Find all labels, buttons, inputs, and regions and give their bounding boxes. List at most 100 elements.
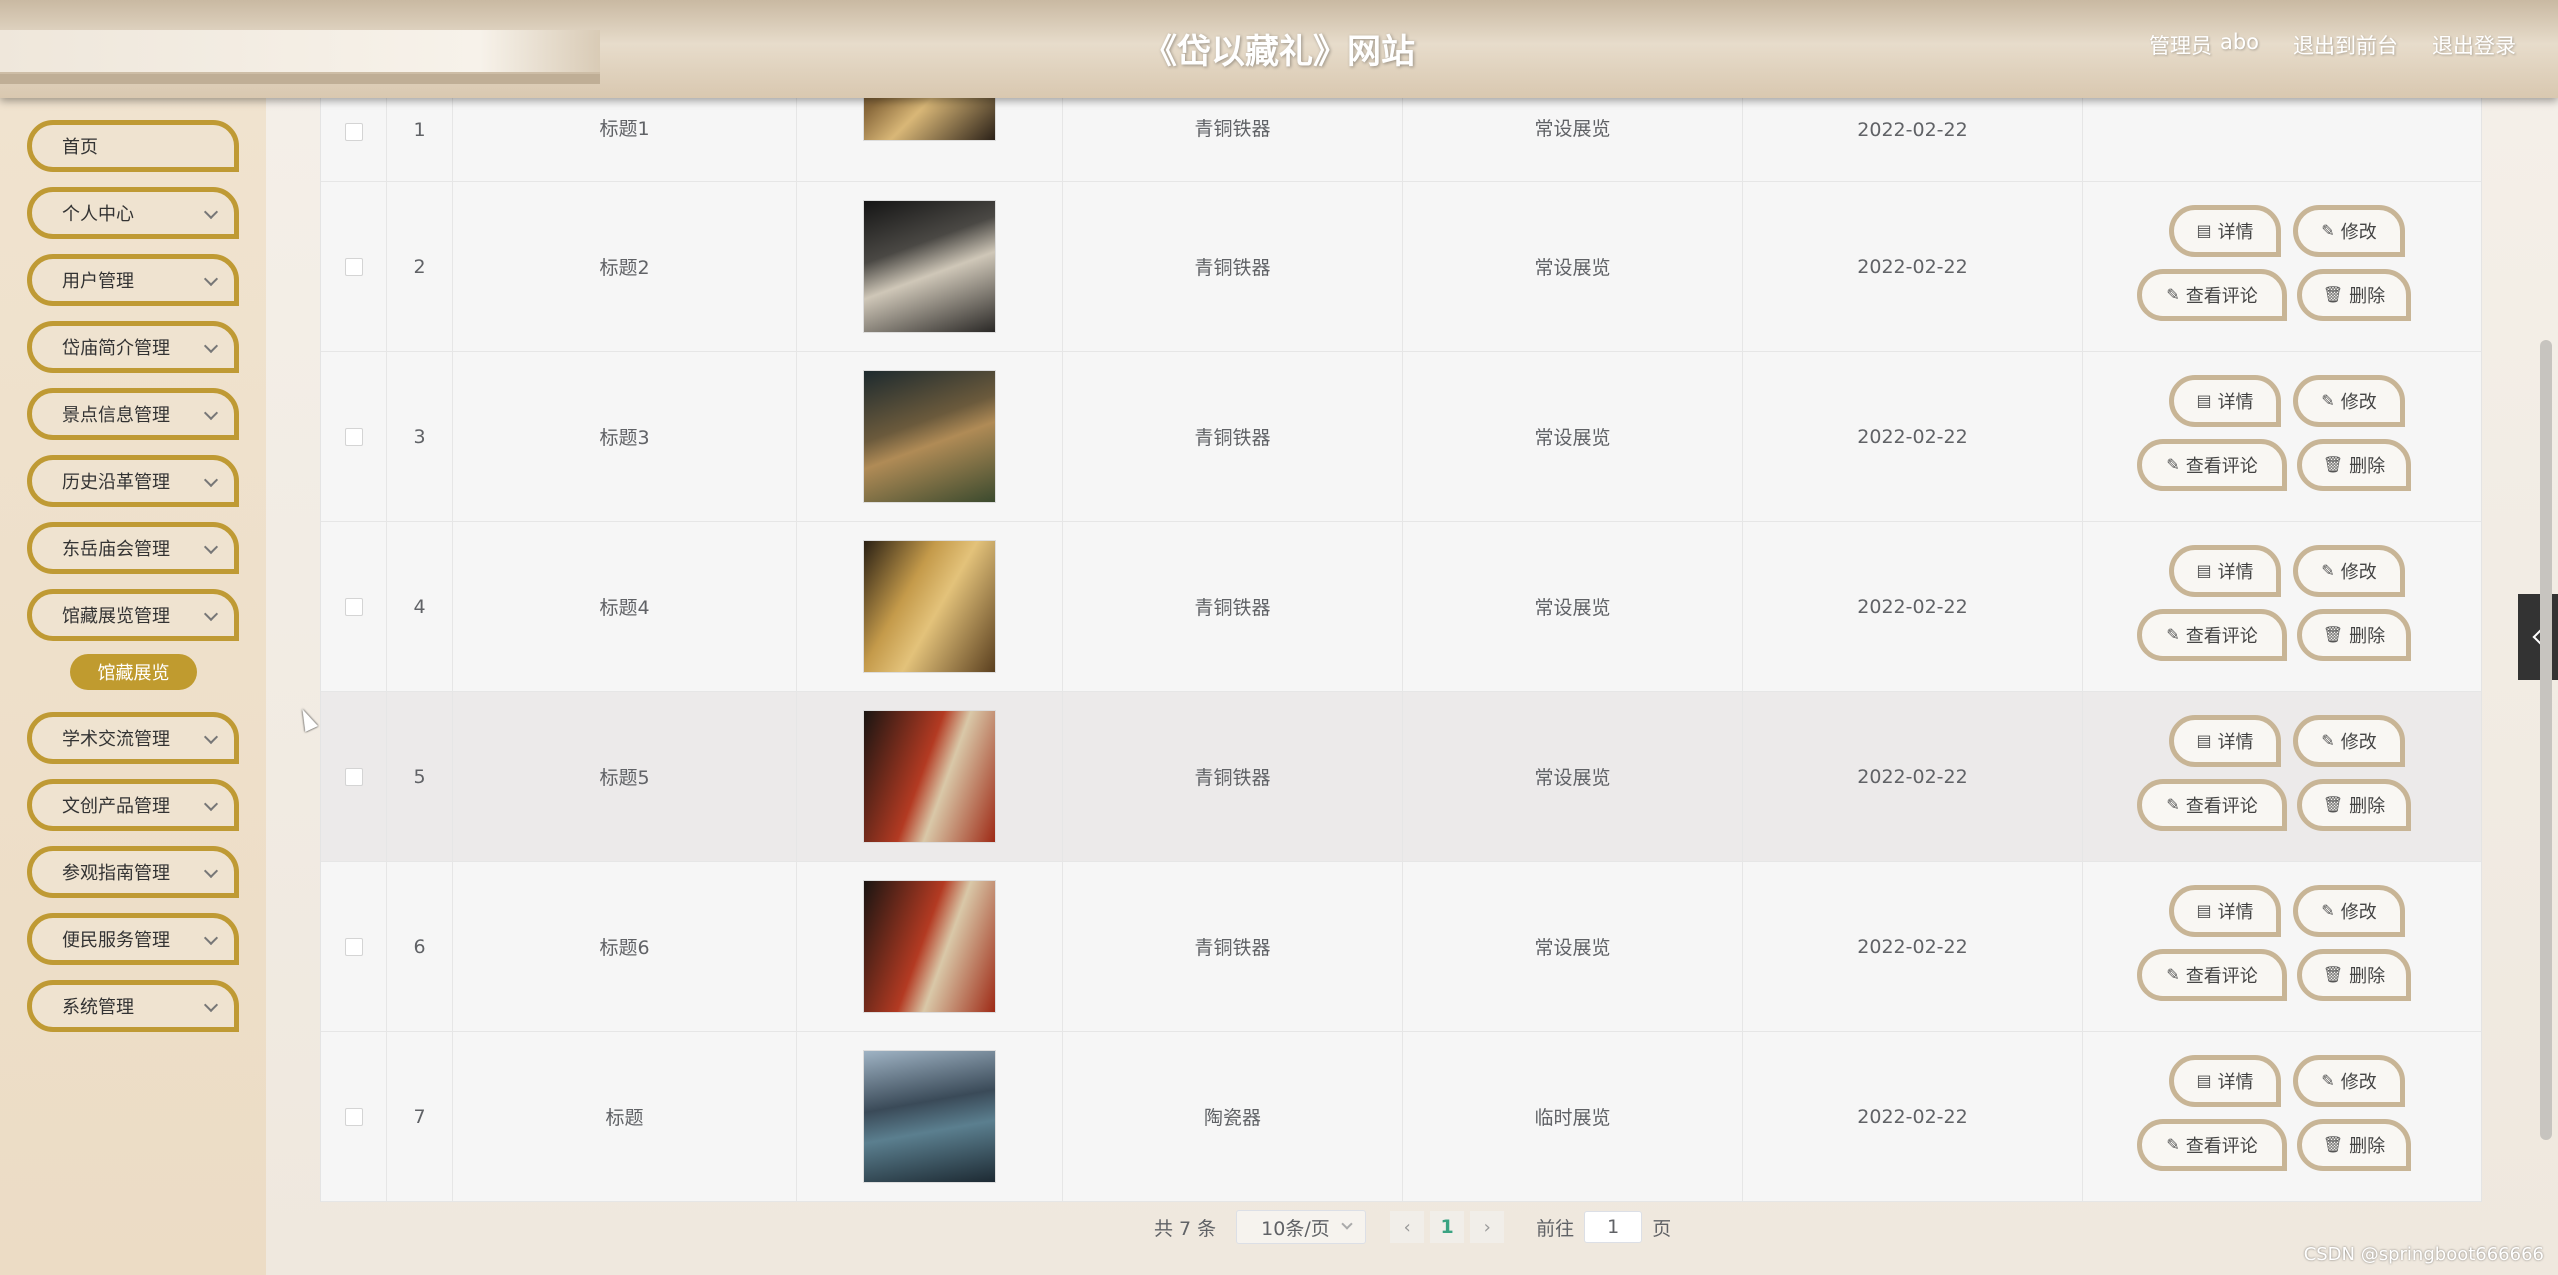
exhibition-thumbnail[interactable] (863, 200, 996, 333)
detail-button[interactable]: ▤ 详情 (2169, 544, 2281, 597)
sidebar-item-5[interactable]: 历史沿革管理 (27, 455, 239, 507)
sidebar-item-12[interactable]: 系统管理 (27, 980, 239, 1032)
view-comments-button[interactable]: ✎ 查看评论 (2137, 948, 2287, 1001)
row-checkbox[interactable] (344, 937, 363, 956)
detail-button[interactable]: ▤ 详情 (2169, 884, 2281, 937)
edit-button[interactable]: ✎ 修改 (2293, 204, 2405, 257)
row-checkbox[interactable] (344, 257, 363, 276)
sidebar-item-1[interactable]: 个人中心 (27, 187, 239, 239)
edit-button[interactable]: ✎ 修改 (2293, 1054, 2405, 1107)
delete-button-label: 删除 (2349, 1135, 2386, 1157)
row-checkbox[interactable] (344, 597, 363, 616)
row-actions: ▤ 详情 ✎ 修改 ✎ 查看评论 🗑 删除 (2137, 537, 2427, 677)
exhibition-thumbnail[interactable] (863, 880, 996, 1013)
view-comments-button[interactable]: ✎ 查看评论 (2137, 1118, 2287, 1171)
document-icon: ▤ (2196, 391, 2212, 410)
detail-button-label: 详情 (2217, 731, 2254, 753)
goto-label: 前往 (1536, 1217, 1575, 1240)
checkbox-cell (321, 182, 387, 351)
delete-button[interactable]: 🗑 删除 (2297, 948, 2411, 1001)
pencil-icon: ✎ (2321, 901, 2335, 920)
sidebar-item-4[interactable]: 景点信息管理 (27, 388, 239, 440)
scrollbar[interactable] (2540, 340, 2552, 1140)
chevron-down-icon (203, 204, 219, 220)
sidebar-item-0[interactable]: 首页 (27, 120, 239, 172)
edit-button[interactable]: ✎ 修改 (2293, 714, 2405, 767)
edit-button[interactable]: ✎ 修改 (2293, 374, 2405, 427)
chevron-down-icon (203, 729, 219, 745)
trash-icon: 🗑 (2322, 795, 2344, 814)
exhibition-thumbnail[interactable] (863, 370, 996, 503)
detail-button[interactable]: ▤ 详情 (2169, 204, 2281, 257)
exhibition-thumbnail[interactable] (863, 98, 996, 141)
chevron-down-icon (203, 338, 219, 354)
detail-button[interactable]: ▤ 详情 (2169, 714, 2281, 767)
sidebar-item-6[interactable]: 东岳庙会管理 (27, 522, 239, 574)
goto-page-input[interactable]: 1 (1584, 1211, 1643, 1243)
row-checkbox[interactable] (344, 767, 363, 786)
actions-cell: ▤ 详情 ✎ 修改 ✎ 查看评论 🗑 删除 (2083, 352, 2481, 521)
delete-button[interactable]: 🗑 删除 (2297, 1118, 2411, 1171)
sidebar-item-label: 首页 (62, 137, 98, 158)
page-number-current[interactable]: 1 (1430, 1211, 1465, 1243)
view-comments-button[interactable]: ✎ 查看评论 (2137, 268, 2287, 321)
view-comments-button[interactable]: ✎ 查看评论 (2137, 438, 2287, 491)
actions-cell: ▤ 详情 ✎ 修改 ✎ 查看评论 🗑 删除 (2083, 862, 2481, 1031)
row-category: 青铜铁器 (1063, 182, 1403, 351)
view-comments-button[interactable]: ✎ 查看评论 (2137, 778, 2287, 831)
trash-icon: 🗑 (2322, 625, 2344, 644)
trash-icon: 🗑 (2322, 455, 2344, 474)
row-checkbox[interactable] (344, 123, 363, 141)
side-collapse-tab[interactable] (2518, 594, 2558, 680)
row-date: 2022-02-22 (1743, 182, 2083, 351)
pencil-icon: ✎ (2166, 285, 2180, 304)
sidebar-item-10[interactable]: 参观指南管理 (27, 846, 239, 898)
sidebar-item-11[interactable]: 便民服务管理 (27, 913, 239, 965)
sidebar-item-3[interactable]: 岱庙简介管理 (27, 321, 239, 373)
pencil-icon: ✎ (2321, 1071, 2335, 1090)
page-size-select[interactable]: 10条/页 (1236, 1210, 1367, 1244)
delete-button[interactable]: 🗑 删除 (2297, 438, 2411, 491)
row-date: 2022-02-22 (1743, 692, 2083, 861)
detail-button[interactable]: ▤ 详情 (2169, 374, 2281, 427)
row-date: 2022-02-22 (1743, 1032, 2083, 1201)
exhibition-thumbnail[interactable] (863, 710, 996, 843)
sidebar-item-label: 系统管理 (62, 997, 134, 1018)
next-page-button[interactable]: › (1470, 1211, 1505, 1243)
detail-button[interactable]: ▤ 详情 (2169, 1054, 2281, 1107)
edit-button[interactable]: ✎ 修改 (2293, 884, 2405, 937)
document-icon: ▤ (2196, 901, 2212, 920)
delete-button[interactable]: 🗑 删除 (2297, 608, 2411, 661)
row-checkbox[interactable] (344, 1107, 363, 1126)
pencil-icon: ✎ (2166, 1135, 2180, 1154)
prev-page-button[interactable]: ‹ (1390, 1211, 1425, 1243)
sidebar-item-8[interactable]: 学术交流管理 (27, 712, 239, 764)
logout-link[interactable]: 退出登录 (2432, 30, 2516, 60)
row-title: 标题 (453, 1032, 797, 1201)
chevron-down-icon (203, 930, 219, 946)
row-checkbox[interactable] (344, 427, 363, 446)
back-to-front-link[interactable]: 退出到前台 (2293, 30, 2398, 60)
submenu-item-collection-exhibition[interactable]: 馆藏展览 (70, 654, 197, 690)
header-links: 管理员 abo 退出到前台 退出登录 (2149, 30, 2516, 60)
row-index: 5 (387, 692, 453, 861)
exhibition-thumbnail[interactable] (863, 540, 996, 673)
checkbox-cell (321, 352, 387, 521)
delete-button[interactable]: 🗑 删除 (2297, 778, 2411, 831)
exhibition-thumbnail[interactable] (863, 1050, 996, 1183)
page-size-value: 10条/页 (1261, 1217, 1330, 1240)
sidebar-item-9[interactable]: 文创产品管理 (27, 779, 239, 831)
delete-button[interactable]: 🗑 删除 (2297, 268, 2411, 321)
pencil-icon: ✎ (2321, 391, 2335, 410)
sidebar-item-7[interactable]: 馆藏展览管理 (27, 589, 239, 641)
view-comments-button[interactable]: ✎ 查看评论 (2137, 608, 2287, 661)
detail-button-label: 详情 (2217, 901, 2254, 923)
table-row: 6 标题6 青铜铁器 常设展览 2022-02-22 ▤ 详情 ✎ 修改 ✎ 查看评论 🗑 删除 (321, 862, 2481, 1032)
row-exhibit-type: 常设展览 (1403, 352, 1743, 521)
trash-icon: 🗑 (2322, 1135, 2344, 1154)
sidebar-item-2[interactable]: 用户管理 (27, 254, 239, 306)
checkbox-cell (321, 692, 387, 861)
edit-button[interactable]: ✎ 修改 (2293, 544, 2405, 597)
watermark: CSDN @springboot666666 (2303, 1244, 2544, 1265)
chevron-down-icon (203, 472, 219, 488)
